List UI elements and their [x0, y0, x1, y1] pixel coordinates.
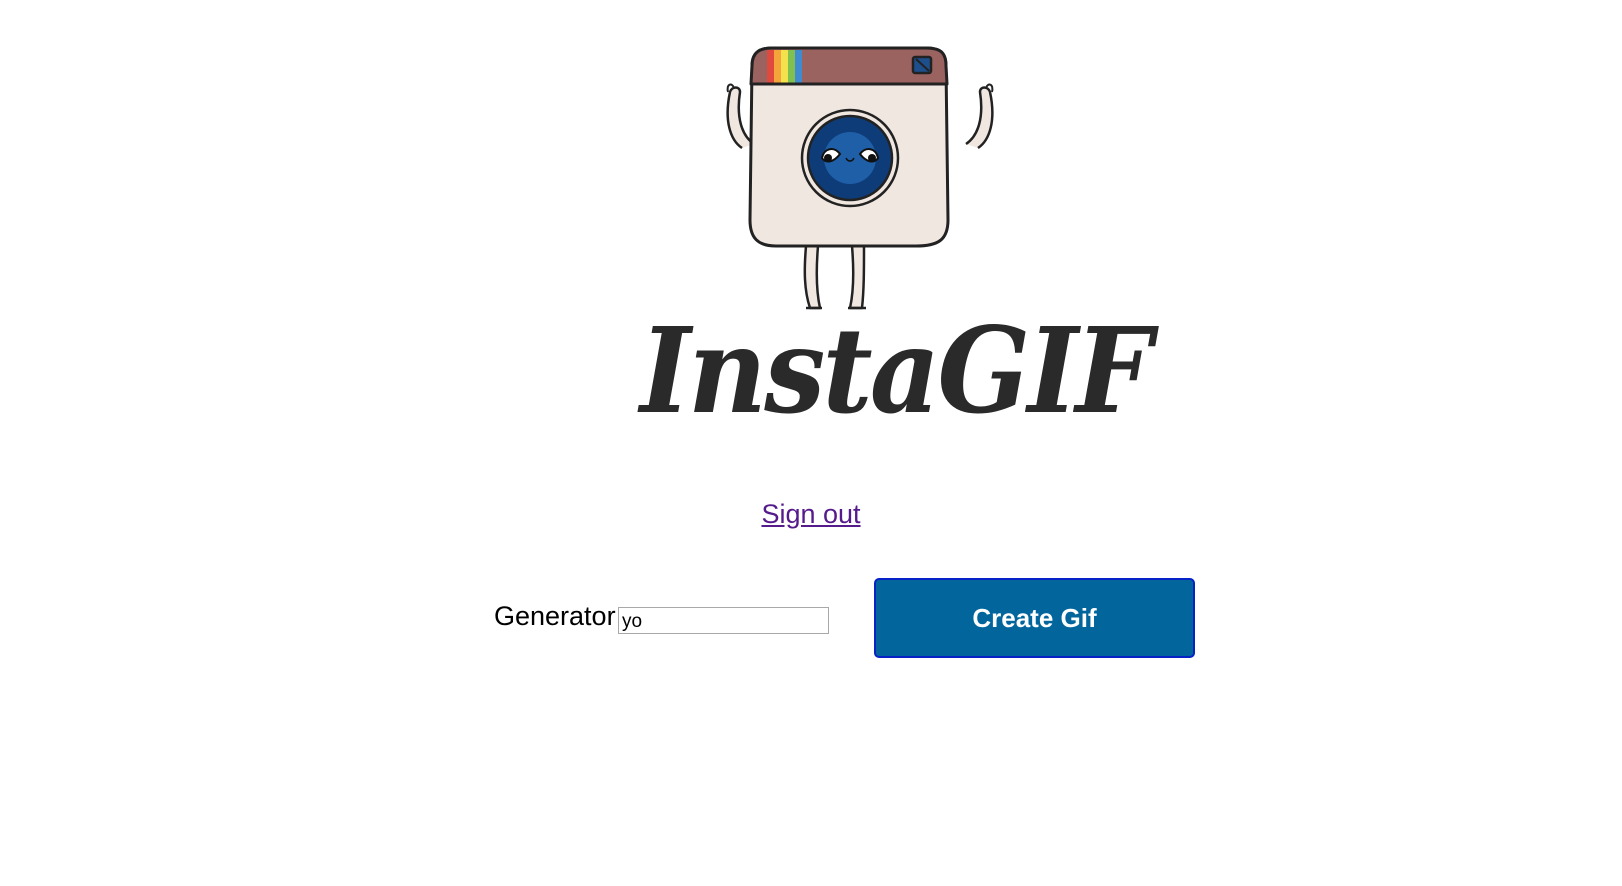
page: InstaGIF Sign out Generator Create Gif — [0, 0, 1622, 886]
generator-input[interactable] — [618, 607, 829, 634]
camera-mascot-icon — [726, 46, 994, 310]
sign-out-link[interactable]: Sign out — [761, 499, 860, 529]
signout-row: Sign out — [0, 496, 1622, 532]
generator-label: Generator — [494, 601, 616, 631]
create-gif-button[interactable]: Create Gif — [874, 578, 1195, 658]
app-logo-text: InstaGIF — [640, 301, 1153, 440]
